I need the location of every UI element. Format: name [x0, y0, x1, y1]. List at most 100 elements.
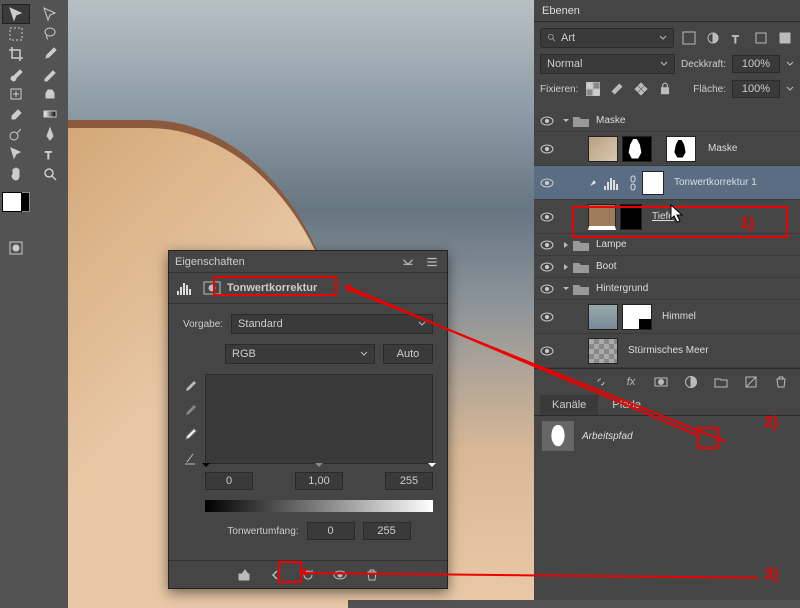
new-layer-icon[interactable]: [742, 373, 760, 391]
arrow-tool-variant[interactable]: [36, 4, 64, 24]
chevron-right-icon[interactable]: [560, 263, 572, 271]
color-swatches[interactable]: [2, 192, 32, 222]
paths-tab[interactable]: Pfade: [600, 395, 653, 415]
eyedropper-tool[interactable]: [36, 44, 64, 64]
layer-tonwertkorrektur-1[interactable]: Tonwertkorrektur 1: [534, 166, 800, 200]
lasso-tool[interactable]: [36, 24, 64, 44]
lock-all-icon[interactable]: [656, 80, 674, 98]
panel-menu-icon[interactable]: [423, 253, 441, 271]
visibility-toggle[interactable]: [534, 346, 560, 356]
layer-mask-icon[interactable]: [652, 373, 670, 391]
mask-thumbnail[interactable]: [622, 304, 652, 330]
adjustment-layer-icon[interactable]: [682, 373, 700, 391]
visibility-toggle[interactable]: [534, 312, 560, 322]
dodge-tool[interactable]: [2, 124, 30, 144]
midtone-input[interactable]: 1,00: [295, 472, 343, 490]
layer-group-lampe[interactable]: Lampe: [534, 234, 800, 256]
layer-stuermisches-meer[interactable]: Stürmisches Meer: [534, 334, 800, 368]
mask-mode-icon[interactable]: [203, 279, 221, 297]
layer-thumbnail[interactable]: [588, 304, 618, 330]
mask-thumbnail[interactable]: [622, 136, 652, 162]
output-lo-input[interactable]: 0: [307, 522, 355, 540]
opacity-value[interactable]: 100%: [732, 55, 780, 73]
healing-tool[interactable]: [2, 84, 30, 104]
foreground-color[interactable]: [2, 192, 22, 212]
layer-maske[interactable]: Maske: [534, 132, 800, 166]
output-hi-input[interactable]: 255: [363, 522, 411, 540]
chevron-down-icon[interactable]: [560, 117, 572, 125]
crop-tool[interactable]: [2, 44, 30, 64]
toggle-visibility-icon[interactable]: [331, 566, 349, 584]
lock-transparent-icon[interactable]: [584, 80, 602, 98]
visibility-toggle[interactable]: [534, 240, 560, 250]
highlight-input[interactable]: 255: [385, 472, 433, 490]
secondary-thumbnail[interactable]: [666, 136, 696, 162]
chevron-down-icon[interactable]: [560, 285, 572, 293]
new-group-icon[interactable]: [712, 373, 730, 391]
output-gradient[interactable]: [205, 500, 433, 512]
quick-mask-toggle[interactable]: [2, 238, 32, 258]
layer-group-boot[interactable]: Boot: [534, 256, 800, 278]
layer-thumbnail[interactable]: [588, 338, 618, 364]
blend-mode-dropdown[interactable]: Normal: [540, 54, 675, 74]
clip-to-layer-icon[interactable]: [235, 566, 253, 584]
layer-himmel[interactable]: Himmel: [534, 300, 800, 334]
shadow-slider[interactable]: [202, 463, 210, 471]
lock-pixels-icon[interactable]: [608, 80, 626, 98]
hand-tool[interactable]: [2, 164, 30, 184]
previous-state-icon[interactable]: [267, 566, 285, 584]
filter-type-icon[interactable]: T: [728, 29, 746, 47]
midtone-slider[interactable]: [315, 463, 323, 471]
sample-icon[interactable]: [183, 452, 197, 466]
black-eyedropper-icon[interactable]: [183, 380, 197, 394]
visibility-toggle[interactable]: [534, 178, 560, 188]
chevron-right-icon[interactable]: [560, 241, 572, 249]
layer-group-maske[interactable]: Maske: [534, 110, 800, 132]
auto-button[interactable]: Auto: [383, 344, 433, 364]
gradient-tool[interactable]: [36, 104, 64, 124]
link-icon[interactable]: [628, 174, 638, 192]
filter-shape-icon[interactable]: [752, 29, 770, 47]
channels-tab[interactable]: Kanäle: [540, 395, 598, 415]
delete-adjustment-icon[interactable]: [363, 566, 381, 584]
layer-tiefe[interactable]: Tiefe: [534, 200, 800, 234]
reset-icon[interactable]: [299, 566, 317, 584]
layer-filter[interactable]: Art: [540, 28, 674, 48]
highlight-slider[interactable]: [428, 463, 436, 471]
gray-eyedropper-icon[interactable]: [183, 404, 197, 418]
shadow-input[interactable]: 0: [205, 472, 253, 490]
mask-thumbnail[interactable]: [620, 204, 642, 230]
fill-value[interactable]: 100%: [732, 80, 780, 98]
layer-style-icon[interactable]: fx: [622, 373, 640, 391]
visibility-toggle[interactable]: [534, 116, 560, 126]
filter-adjust-icon[interactable]: [704, 29, 722, 47]
marquee-tool[interactable]: [2, 24, 30, 44]
preset-dropdown[interactable]: Standard: [231, 314, 433, 334]
visibility-toggle[interactable]: [534, 212, 560, 222]
path-select-tool[interactable]: [2, 144, 30, 164]
visibility-toggle[interactable]: [534, 144, 560, 154]
filter-smart-icon[interactable]: [776, 29, 794, 47]
brush-tool[interactable]: [2, 64, 30, 84]
layer-thumbnail[interactable]: [588, 204, 616, 230]
collapse-icon[interactable]: [399, 253, 417, 271]
layer-thumbnail[interactable]: [588, 136, 618, 162]
pencil-tool[interactable]: [36, 64, 64, 84]
move-tool[interactable]: [2, 4, 30, 24]
pen-tool[interactable]: [36, 124, 64, 144]
zoom-tool[interactable]: [36, 164, 64, 184]
delete-layer-icon[interactable]: [772, 373, 790, 391]
mask-thumbnail[interactable]: [642, 171, 664, 195]
type-tool[interactable]: T: [36, 144, 64, 164]
path-arbeitspfad[interactable]: Arbeitspfad: [534, 416, 800, 456]
white-eyedropper-icon[interactable]: [183, 428, 197, 442]
channel-dropdown[interactable]: RGB: [225, 344, 375, 364]
eraser-tool[interactable]: [2, 104, 30, 124]
visibility-toggle[interactable]: [534, 262, 560, 272]
layer-group-hintergrund[interactable]: Hintergrund: [534, 278, 800, 300]
link-layers-icon[interactable]: [592, 373, 610, 391]
lock-position-icon[interactable]: [632, 80, 650, 98]
filter-image-icon[interactable]: [680, 29, 698, 47]
clone-tool[interactable]: [36, 84, 64, 104]
layers-panel-tab[interactable]: Ebenen: [534, 0, 800, 22]
